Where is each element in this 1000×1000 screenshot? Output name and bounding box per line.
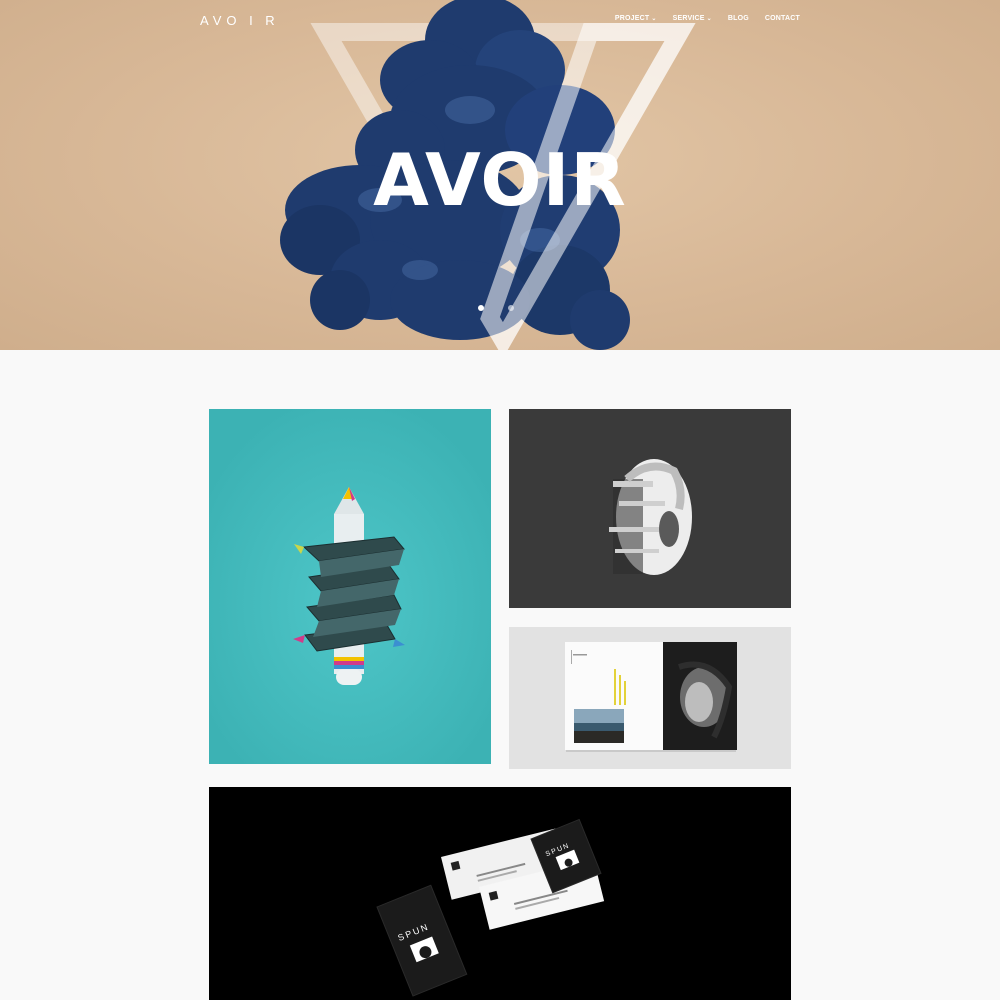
portfolio-item-magazine[interactable] <box>509 627 791 769</box>
business-card-mockup-image: SPUN SPUN <box>209 787 791 1000</box>
hero-title: AVOIR <box>373 138 627 222</box>
magazine-mockup-image <box>509 627 791 769</box>
nav-item-blog[interactable]: BLOG <box>728 15 749 22</box>
nav-item-label: CONTACT <box>764 15 800 22</box>
portfolio-item-portrait[interactable] <box>509 409 791 608</box>
hero-banner: AVO I R PROJECT ⌄ SERVICE ⌄ BLOG CONTACT… <box>0 0 1000 350</box>
main-nav: PROJECT ⌄ SERVICE ⌄ BLOG CONTACT <box>615 15 800 22</box>
portrait-artwork-image <box>509 409 791 608</box>
chevron-down-icon: ⌄ <box>651 16 657 22</box>
slider-pagination <box>478 305 514 311</box>
slider-dot[interactable] <box>508 305 514 311</box>
portfolio-item-pencil[interactable] <box>209 409 491 764</box>
nav-item-label: BLOG <box>727 15 749 22</box>
chevron-down-icon: ⌄ <box>706 16 712 22</box>
nav-item-service[interactable]: SERVICE ⌄ <box>673 15 712 22</box>
pencil-artwork-image <box>209 409 491 764</box>
nav-item-label: PROJECT <box>614 15 650 22</box>
top-navigation: AVO I R PROJECT ⌄ SERVICE ⌄ BLOG CONTACT <box>0 0 1000 40</box>
nav-item-contact[interactable]: CONTACT <box>765 15 800 22</box>
nav-item-project[interactable]: PROJECT ⌄ <box>615 15 657 22</box>
nav-item-label: SERVICE <box>672 15 705 22</box>
portfolio-item-business-cards[interactable]: SPUN SPUN <box>209 787 791 1000</box>
site-logo[interactable]: AVO I R <box>200 13 280 28</box>
slider-dot[interactable] <box>478 305 484 311</box>
